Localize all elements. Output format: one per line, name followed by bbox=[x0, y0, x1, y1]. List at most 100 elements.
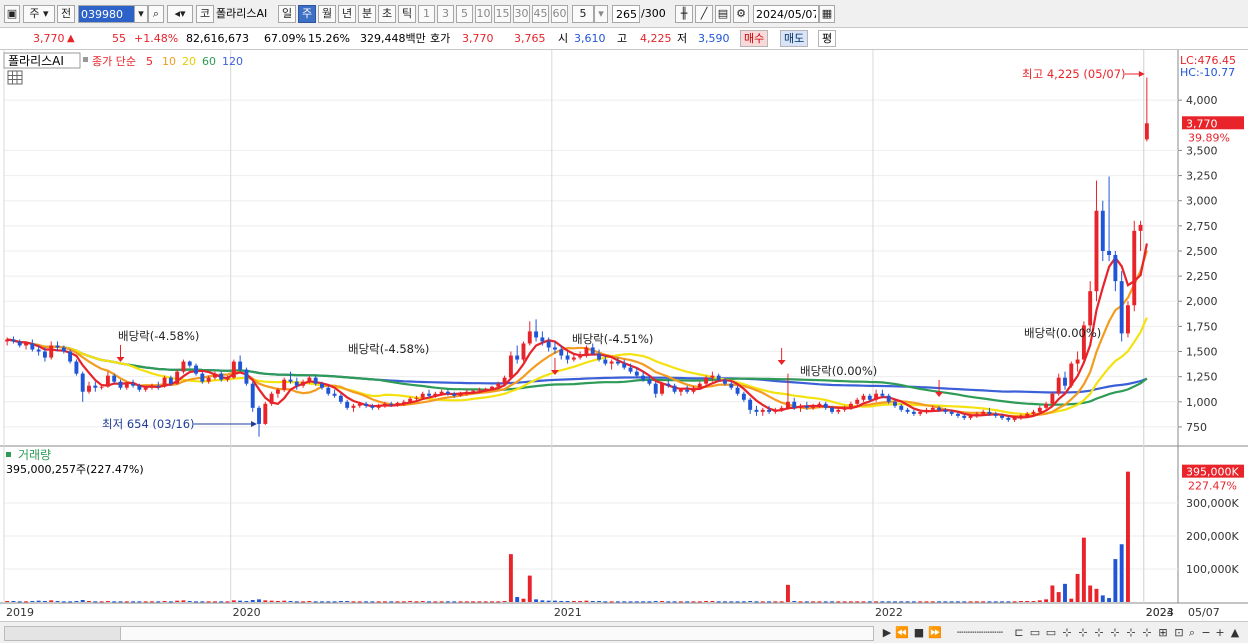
buy-button[interactable]: 매수 bbox=[740, 30, 769, 47]
volume-bar bbox=[785, 584, 790, 602]
volume-bar bbox=[408, 601, 413, 603]
tool-5-icon[interactable]: ⊹ bbox=[1076, 625, 1090, 640]
period-year-button[interactable]: 년 bbox=[338, 5, 356, 23]
volume-bar bbox=[282, 600, 287, 602]
candle-body bbox=[634, 371, 639, 376]
candle-body bbox=[143, 387, 148, 390]
candle-body bbox=[597, 353, 601, 360]
volume-bar bbox=[578, 601, 583, 603]
candle-type-icon[interactable]: ╫ bbox=[675, 5, 693, 23]
volume-bar bbox=[212, 601, 217, 603]
interval-1-button[interactable]: 1 bbox=[418, 5, 435, 23]
volume-bar bbox=[194, 601, 199, 603]
price-tick-label: 4,000 bbox=[1186, 94, 1218, 107]
period-second-button[interactable]: 초 bbox=[378, 5, 396, 23]
trade-amount: 329,448백만 bbox=[360, 32, 426, 45]
scrollbar-track[interactable] bbox=[4, 626, 122, 641]
candle-body bbox=[767, 409, 772, 412]
volume-bar bbox=[672, 601, 677, 603]
period-day-button[interactable]: 일 bbox=[278, 5, 296, 23]
candle-body bbox=[257, 407, 261, 424]
volume-bar bbox=[124, 601, 129, 603]
window-icon[interactable]: ▣ bbox=[4, 5, 20, 23]
search-icon[interactable]: ⌕ bbox=[148, 5, 164, 23]
interval-30-button[interactable]: 30 bbox=[513, 5, 530, 23]
interval-3-button[interactable]: 3 bbox=[437, 5, 454, 23]
candle-body bbox=[1025, 413, 1030, 416]
zoom-out-icon[interactable]: − bbox=[1200, 625, 1212, 640]
line-tool-icon[interactable]: ╱ bbox=[695, 5, 713, 23]
forward-icon[interactable]: ⏩ bbox=[928, 625, 942, 640]
interval-10-button[interactable]: 10 bbox=[475, 5, 492, 23]
volume-bar bbox=[1088, 585, 1093, 602]
tool-8-icon[interactable]: ⊹ bbox=[1124, 625, 1138, 640]
period-minute-button[interactable]: 분 bbox=[358, 5, 376, 23]
volume-bar bbox=[842, 601, 847, 603]
interval-5-button[interactable]: 5 bbox=[456, 5, 473, 23]
table-icon[interactable] bbox=[7, 70, 23, 85]
volume-bar bbox=[452, 601, 457, 603]
sound-icon[interactable]: ◂▾ bbox=[167, 5, 193, 23]
tool-11-icon[interactable]: ⊡ bbox=[1172, 625, 1186, 640]
interval-select[interactable]: 5 bbox=[572, 5, 594, 23]
candle-body bbox=[893, 401, 897, 406]
candle-body bbox=[1000, 415, 1004, 418]
legend-ma-prefix: 종가 단순 bbox=[92, 55, 136, 68]
code-dropdown-icon[interactable]: ▾ bbox=[134, 5, 148, 23]
scroll-right-icon[interactable]: ▶ bbox=[880, 625, 894, 640]
interval-dropdown-icon[interactable]: ▾ bbox=[594, 5, 608, 23]
volume-bar bbox=[691, 601, 696, 603]
rewind-icon[interactable]: ⏪ bbox=[895, 625, 909, 640]
date-input[interactable] bbox=[753, 5, 819, 23]
volume-bar bbox=[641, 601, 646, 603]
candle-body bbox=[1100, 210, 1105, 251]
volume-tick-label: 200,000K bbox=[1186, 530, 1239, 543]
stop-icon[interactable]: ■ bbox=[912, 625, 926, 640]
candle-body bbox=[175, 371, 180, 384]
calendar-icon[interactable]: ▦ bbox=[819, 5, 835, 23]
tool-10-icon[interactable]: ⊞ bbox=[1156, 625, 1170, 640]
tool-9-icon[interactable]: ⊹ bbox=[1140, 625, 1154, 640]
bar-count-input[interactable] bbox=[612, 5, 640, 23]
candle-body bbox=[823, 403, 828, 408]
zoom-slider[interactable]: ┄┄┄┄┄┄┄ bbox=[950, 625, 1010, 640]
jeon-button[interactable]: 전 bbox=[57, 5, 75, 23]
interval-15-button[interactable]: 15 bbox=[494, 5, 511, 23]
scrollbar-thumb[interactable] bbox=[120, 626, 874, 641]
tool-3-icon[interactable]: ▭ bbox=[1044, 625, 1058, 640]
arrow-tool-icon[interactable]: ▲ bbox=[1228, 625, 1242, 640]
volume-bar bbox=[168, 601, 173, 603]
tool-6-icon[interactable]: ⊹ bbox=[1092, 625, 1106, 640]
candle-body bbox=[382, 403, 387, 406]
ko-button[interactable]: 코 bbox=[196, 5, 214, 23]
code-input[interactable] bbox=[78, 5, 136, 23]
candle-body bbox=[307, 377, 312, 382]
volume-bar bbox=[1050, 585, 1055, 602]
candle-body bbox=[1012, 417, 1017, 420]
candle-body bbox=[376, 405, 381, 408]
eval-button[interactable]: 평 bbox=[818, 30, 837, 47]
tool-4-icon[interactable]: ⊹ bbox=[1060, 625, 1074, 640]
tool-2-icon[interactable]: ▭ bbox=[1028, 625, 1042, 640]
tool-1-icon[interactable]: ⊏ bbox=[1012, 625, 1026, 640]
quote-bar: 3,770 ▲ 55 +1.48% 82,616,673 67.09% 15.2… bbox=[0, 28, 1248, 50]
settings-gear-icon[interactable]: ⚙ bbox=[733, 5, 749, 23]
volume-bar bbox=[433, 601, 438, 603]
magnifier-icon[interactable]: ⌕ bbox=[1186, 625, 1198, 640]
period-week-button[interactable]: 주 bbox=[298, 5, 316, 23]
period-tick-button[interactable]: 틱 bbox=[398, 5, 416, 23]
stock-chart[interactable]: 750 1,000 1,250 1,500 1,750 2,000 2,250 2,500 2,… bbox=[0, 50, 1248, 621]
volume-bar bbox=[30, 601, 35, 603]
period-month-button[interactable]: 월 bbox=[318, 5, 336, 23]
candle-body bbox=[943, 409, 948, 412]
tool-7-icon[interactable]: ⊹ bbox=[1108, 625, 1122, 640]
current-percent-label: 39.89% bbox=[1188, 131, 1230, 144]
zoom-in-icon[interactable]: + bbox=[1214, 625, 1226, 640]
market-select[interactable]: 주 ▾ bbox=[23, 5, 55, 23]
save-icon[interactable]: ▤ bbox=[715, 5, 731, 23]
sell-button[interactable]: 매도 bbox=[780, 30, 809, 47]
price-tick-label: 1,250 bbox=[1186, 371, 1218, 384]
interval-45-button[interactable]: 45 bbox=[532, 5, 549, 23]
interval-60-button[interactable]: 60 bbox=[551, 5, 568, 23]
change-percent: +1.48% bbox=[134, 32, 179, 45]
